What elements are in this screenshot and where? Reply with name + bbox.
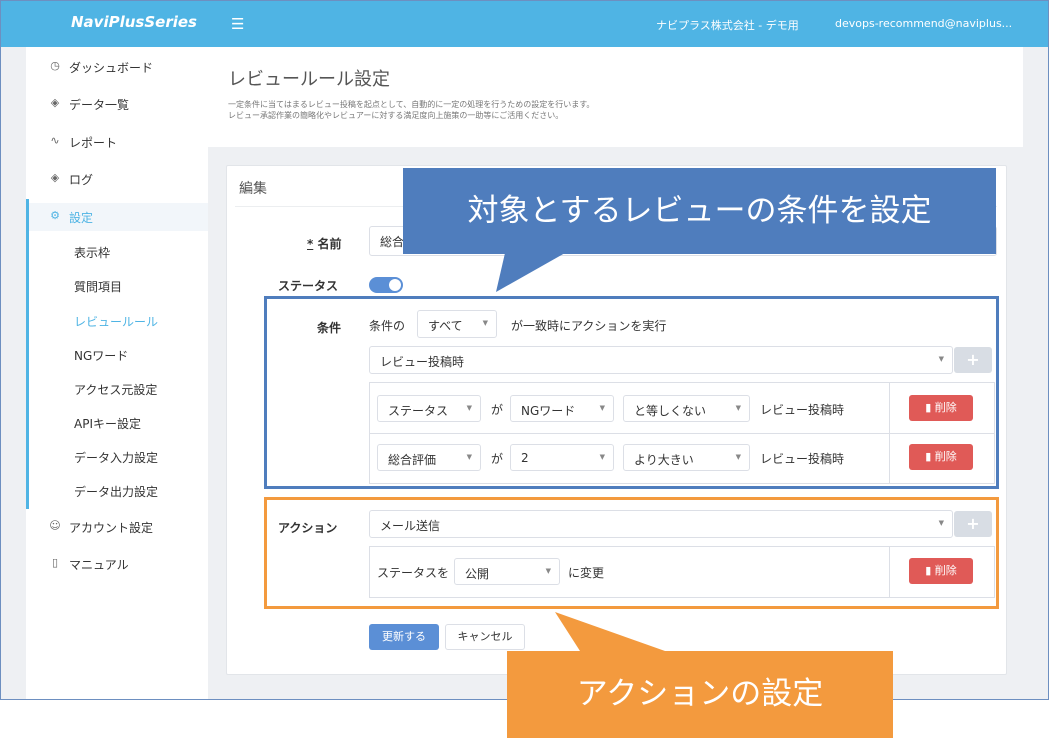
action-callout-pointer [555,612,665,651]
conditions-callout: 対象とするレビューの条件を設定 [403,168,996,254]
action-callout: アクションの設定 [507,651,893,738]
conditions-callout-pointer [496,253,565,292]
callout-pointers [496,253,665,651]
